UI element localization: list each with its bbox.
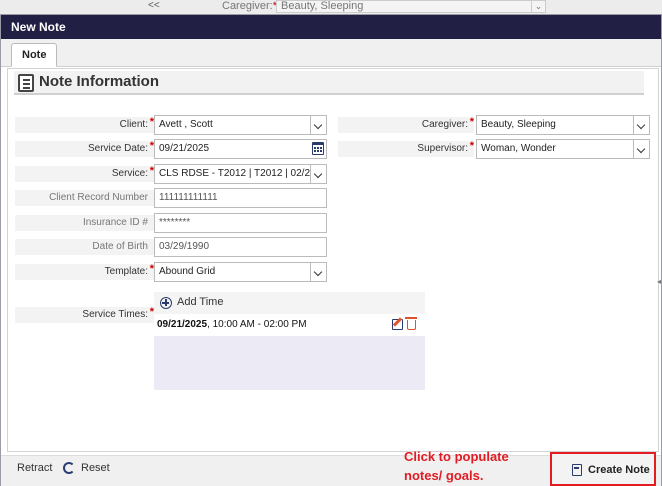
date-of-birth-field: 03/29/1990 — [154, 237, 327, 257]
date-of-birth-row: Date of Birth 03/29/1990 — [8, 237, 338, 257]
chevron-down-icon — [633, 116, 649, 134]
section-header: Note Information — [14, 71, 644, 95]
client-record-field: 111111111111 — [154, 188, 327, 208]
service-row: Service: * CLS RDSE - T2012 | T2012 | 02/… — [8, 164, 338, 184]
collapse-sidebar-button[interactable]: << — [148, 0, 160, 11]
add-time-label: Add Time — [177, 296, 224, 308]
template-label: Template: * — [15, 263, 154, 280]
add-circle-icon — [160, 297, 172, 309]
chevron-down-icon: ⌄ — [531, 1, 545, 13]
insurance-id-label: Insurance ID # — [15, 215, 154, 231]
background-caregiver-select[interactable]: Beauty, Sleeping ⌄ — [276, 0, 546, 13]
create-note-button[interactable]: Create Note — [550, 452, 656, 486]
refresh-icon — [63, 462, 75, 474]
new-note-dialog: New Note Note Note Information Client: * … — [0, 14, 662, 486]
retract-button[interactable]: Retract — [17, 462, 52, 474]
insurance-id-row: Insurance ID # ******** — [8, 213, 338, 233]
service-times-row: Service Times: * — [8, 305, 158, 325]
client-record-label: Client Record Number — [15, 190, 154, 206]
client-row: Client: * Avett , Scott — [8, 115, 338, 135]
hint-line-2: notes/ goals. — [404, 468, 484, 483]
supervisor-select[interactable]: Woman, Wonder — [476, 139, 650, 159]
caregiver-label: Caregiver: * — [338, 116, 474, 133]
service-times-box: Add Time 09/21/2025, 10:00 AM - 02:00 PM — [154, 292, 425, 390]
chevron-down-icon — [310, 263, 326, 281]
supervisor-label: Supervisor: * — [338, 140, 474, 157]
trash-icon[interactable] — [405, 317, 417, 330]
supervisor-row: Supervisor: * Woman, Wonder — [338, 139, 658, 159]
background-caregiver-label: Caregiver:* — [222, 0, 278, 12]
service-select[interactable]: CLS RDSE - T2012 | T2012 | 02/28/ — [154, 164, 327, 184]
create-note-label: Create Note — [588, 464, 650, 476]
dialog-title: New Note — [1, 15, 661, 39]
date-of-birth-label: Date of Birth — [15, 239, 154, 255]
hint-line-1: Click to populate — [404, 449, 509, 464]
caregiver-row: Caregiver: * Beauty, Sleeping — [338, 115, 658, 135]
client-record-row: Client Record Number 111111111111 — [8, 188, 338, 208]
background-page-strip: << Caregiver:* Beauty, Sleeping ⌄ — [0, 0, 662, 14]
service-label: Service: * — [15, 165, 154, 182]
calendar-icon[interactable] — [312, 142, 324, 155]
service-time-entry: 09/21/2025, 10:00 AM - 02:00 PM — [154, 314, 425, 336]
add-time-button[interactable]: Add Time — [154, 292, 425, 314]
chevron-down-icon — [310, 116, 326, 134]
reset-label: Reset — [81, 462, 110, 474]
clipboard-icon — [18, 74, 34, 92]
chevron-down-icon — [633, 140, 649, 158]
insurance-id-field: ******** — [154, 213, 327, 233]
tab-note[interactable]: Note — [11, 43, 58, 67]
service-date-label: Service Date: * — [15, 140, 154, 157]
service-date-input[interactable]: 09/21/2025 — [154, 139, 327, 159]
caregiver-select[interactable]: Beauty, Sleeping — [476, 115, 650, 135]
client-label: Client: * — [15, 116, 154, 133]
note-information-panel: Note Information Client: * Avett , Scott … — [7, 68, 659, 452]
annotation-hint: Click to populate notes/ goals. — [404, 447, 544, 485]
chevron-down-icon — [310, 165, 326, 183]
client-select[interactable]: Avett , Scott — [154, 115, 327, 135]
edit-icon[interactable] — [392, 319, 403, 330]
service-times-label: Service Times: * — [15, 306, 154, 323]
service-time-text: 09/21/2025, 10:00 AM - 02:00 PM — [157, 319, 307, 330]
scroll-edge-marker: ◂ — [656, 277, 661, 286]
template-row: Template: * Abound Grid — [8, 262, 338, 282]
template-select[interactable]: Abound Grid — [154, 262, 327, 282]
clipboard-icon — [572, 464, 582, 476]
section-title: Note Information — [39, 73, 159, 90]
tab-strip: Note — [1, 39, 661, 67]
service-date-row: Service Date: * 09/21/2025 — [8, 139, 338, 159]
